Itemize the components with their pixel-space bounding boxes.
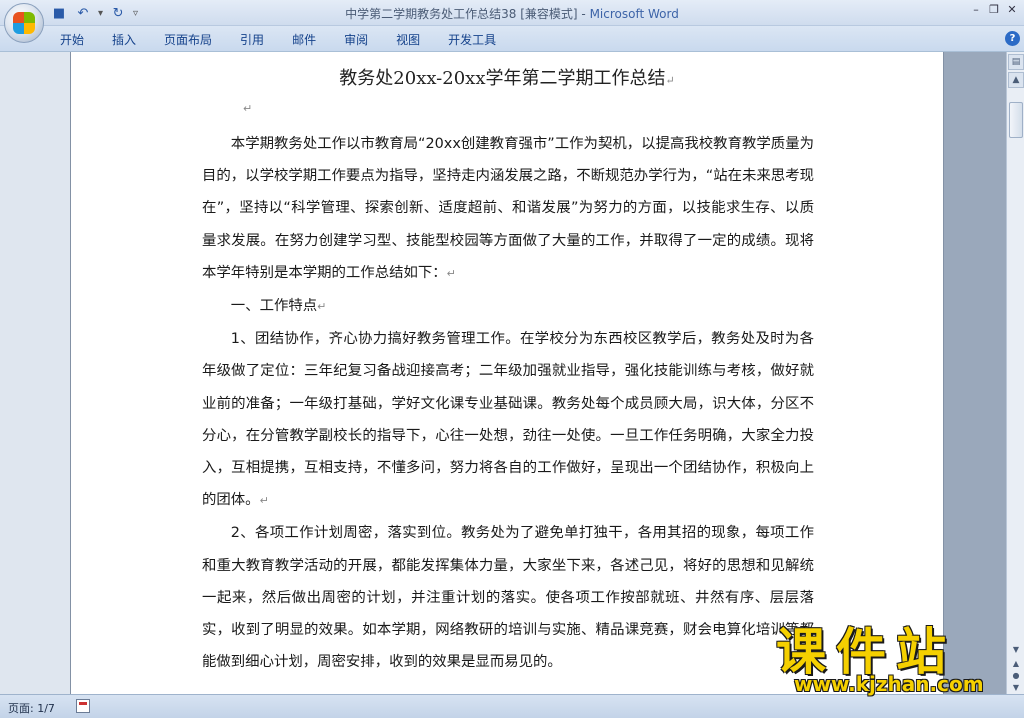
tab-view[interactable]: 视图 xyxy=(396,31,434,48)
window-controls: – ❐ ✕ xyxy=(968,2,1020,16)
ruler-toggle-icon[interactable]: ▤ xyxy=(1008,54,1024,70)
document-page[interactable]: 教务处20xx-20xx学年第二学期工作总结↵ ↵ 本学期教务处工作以市教育局“… xyxy=(70,52,944,694)
paragraph-text: 2、各项工作计划周密，落实到位。教务处为了避免单打独干，各用其招的现象，每项工作… xyxy=(202,525,814,671)
paragraph-mark-icon: ↵ xyxy=(665,74,675,87)
paragraph-mark-icon: ↵ xyxy=(259,494,269,508)
section-heading: 一、工作特点↵ xyxy=(202,290,814,323)
proofing-status-icon[interactable] xyxy=(76,699,90,713)
paragraph-text: 本学期教务处工作以市教育局“20xx创建教育强市”工作为契机，以提高我校教育教学… xyxy=(202,136,814,281)
document-body: 本学期教务处工作以市教育局“20xx创建教育强市”工作为契机，以提高我校教育教学… xyxy=(202,128,814,678)
scrollbar-thumb[interactable] xyxy=(1009,102,1023,138)
watermark-url: www.kjzhan.com xyxy=(794,672,984,696)
scroll-down-icon[interactable]: ▼ xyxy=(1008,642,1024,656)
tab-insert[interactable]: 插入 xyxy=(112,31,150,48)
document-area: 教务处20xx-20xx学年第二学期工作总结↵ ↵ 本学期教务处工作以市教育局“… xyxy=(0,52,1006,694)
page-count[interactable]: 页面: 1/7 xyxy=(8,700,55,716)
paragraph-text: 1、团结协作，齐心协力搞好教务管理工作。在学校分为东西校区教学后，教务处及时为各… xyxy=(202,331,814,509)
document-title-text: 教务处20xx-20xx学年第二学期工作总结 xyxy=(339,68,666,89)
tab-references[interactable]: 引用 xyxy=(240,31,278,48)
minimize-icon[interactable]: – xyxy=(968,2,984,16)
document-title: 教务处20xx-20xx学年第二学期工作总结↵ xyxy=(71,64,943,90)
paragraph-mark-icon: ↵ xyxy=(243,102,253,115)
tab-home[interactable]: 开始 xyxy=(60,31,98,48)
next-page-icon[interactable]: ▼ xyxy=(1008,680,1024,694)
ribbon-tabs: 开始 插入 页面布局 引用 邮件 审阅 视图 开发工具 xyxy=(60,31,524,48)
paragraph: 2、各项工作计划周密，落实到位。教务处为了避免单打独干，各用其招的现象，每项工作… xyxy=(202,517,814,678)
tab-review[interactable]: 审阅 xyxy=(344,31,382,48)
paragraph-mark-icon: ↵ xyxy=(317,300,327,314)
vertical-scrollbar[interactable]: ▤ ▲ ▼ ▲ ● ▼ xyxy=(1006,52,1024,694)
help-icon[interactable]: ? xyxy=(1005,31,1020,46)
restore-icon[interactable]: ❐ xyxy=(986,2,1002,16)
status-bar: 页面: 1/7 xyxy=(0,694,1024,718)
scroll-up-icon[interactable]: ▲ xyxy=(1008,72,1024,88)
title-bar: ■ ↶ ▾ ↻ ▿ 中学第二学期教务处工作总结38 [兼容模式] - Micro… xyxy=(0,0,1024,43)
paragraph-mark-icon: ↵ xyxy=(446,266,456,280)
paragraph-text: 一、工作特点 xyxy=(230,298,318,315)
paragraph: 1、团结协作，齐心协力搞好教务管理工作。在学校分为东西校区教学后，教务处及时为各… xyxy=(202,323,814,517)
tab-mailings[interactable]: 邮件 xyxy=(292,31,330,48)
window-title: 中学第二学期教务处工作总结38 [兼容模式] - Microsoft Word xyxy=(0,5,1024,22)
office-logo-icon xyxy=(13,12,35,34)
office-button[interactable] xyxy=(4,3,44,43)
paragraph: 本学期教务处工作以市教育局“20xx创建教育强市”工作为契机，以提高我校教育教学… xyxy=(202,128,814,290)
window-title-separator: - xyxy=(577,7,590,21)
ribbon-tab-bar: 开始 插入 页面布局 引用 邮件 审阅 视图 开发工具 ? xyxy=(0,26,1024,52)
close-icon[interactable]: ✕ xyxy=(1004,2,1020,16)
watermark-logo: 课件站 www.kjzhan.com xyxy=(770,612,1010,696)
tab-page-layout[interactable]: 页面布局 xyxy=(164,31,226,48)
tab-developer[interactable]: 开发工具 xyxy=(448,31,510,48)
window-title-document: 中学第二学期教务处工作总结38 [兼容模式] xyxy=(345,7,578,21)
window-title-app: Microsoft Word xyxy=(589,7,679,21)
document-margin-left xyxy=(0,52,70,694)
